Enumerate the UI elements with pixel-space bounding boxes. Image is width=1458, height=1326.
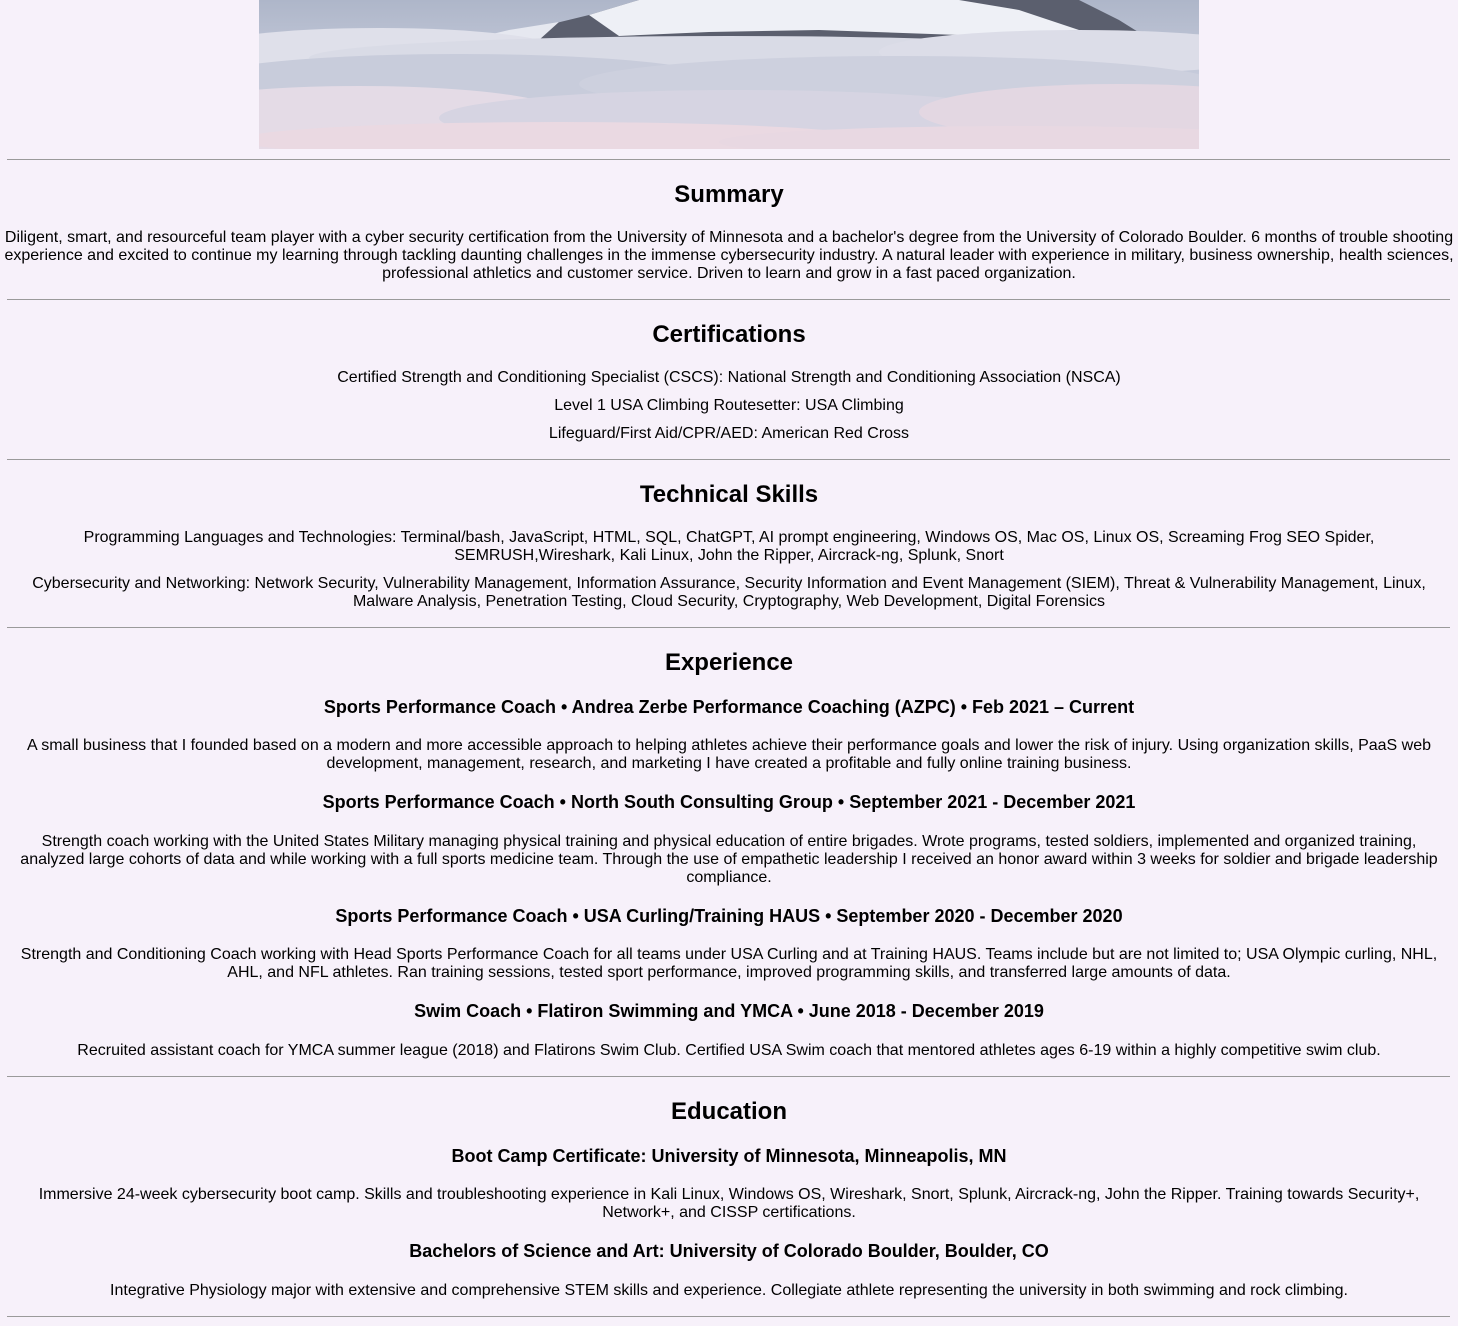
job-description: Recruited assistant coach for YMCA summe… bbox=[77, 1042, 1381, 1059]
resume-page: Summary Diligent, smart, and resourceful… bbox=[0, 0, 1458, 1326]
job-title: Sports Performance Coach • Andrea Zerbe … bbox=[323, 697, 1135, 717]
job-title: Sports Performance Coach • USA Curling/T… bbox=[335, 906, 1123, 926]
school-title: Bachelors of Science and Art: University… bbox=[409, 1241, 1049, 1261]
education-heading: Education bbox=[670, 1098, 787, 1125]
technical-skills-heading: Technical Skills bbox=[639, 481, 819, 508]
summary-text: Diligent, smart, and resourceful team pl… bbox=[4, 229, 1454, 282]
experience-heading: Experience bbox=[664, 649, 794, 676]
summary-heading: Summary bbox=[674, 181, 784, 208]
job-description: A small business that I founded based on… bbox=[26, 737, 1432, 772]
section-divider bbox=[7, 627, 1450, 628]
job-description: Strength coach working with the United S… bbox=[20, 833, 1438, 886]
job-description: Strength and Conditioning Coach working … bbox=[20, 946, 1438, 981]
certification-item: Lifeguard/First Aid/CPR/AED: American Re… bbox=[548, 425, 910, 442]
section-divider bbox=[7, 1316, 1450, 1317]
mountain-illustration bbox=[259, 0, 1199, 149]
school-title: Boot Camp Certificate: University of Min… bbox=[451, 1146, 1007, 1166]
school-description: Immersive 24-week cybersecurity boot cam… bbox=[38, 1186, 1420, 1221]
job-title: Sports Performance Coach • North South C… bbox=[322, 792, 1136, 812]
skills-programming: Programming Languages and Technologies: … bbox=[83, 529, 1375, 564]
section-divider bbox=[7, 299, 1450, 300]
school-description: Integrative Physiology major with extens… bbox=[110, 1282, 1348, 1299]
section-divider bbox=[7, 159, 1450, 160]
job-title: Swim Coach • Flatiron Swimming and YMCA … bbox=[414, 1001, 1044, 1021]
certification-item: Certified Strength and Conditioning Spec… bbox=[337, 369, 1121, 386]
certifications-heading: Certifications bbox=[652, 321, 806, 348]
section-divider bbox=[7, 1076, 1450, 1077]
certification-item: Level 1 USA Climbing Routesetter: USA Cl… bbox=[554, 397, 904, 414]
skills-cybersecurity: Cybersecurity and Networking: Network Se… bbox=[32, 575, 1426, 610]
section-divider bbox=[7, 459, 1450, 460]
mountain-header-image bbox=[259, 0, 1199, 149]
